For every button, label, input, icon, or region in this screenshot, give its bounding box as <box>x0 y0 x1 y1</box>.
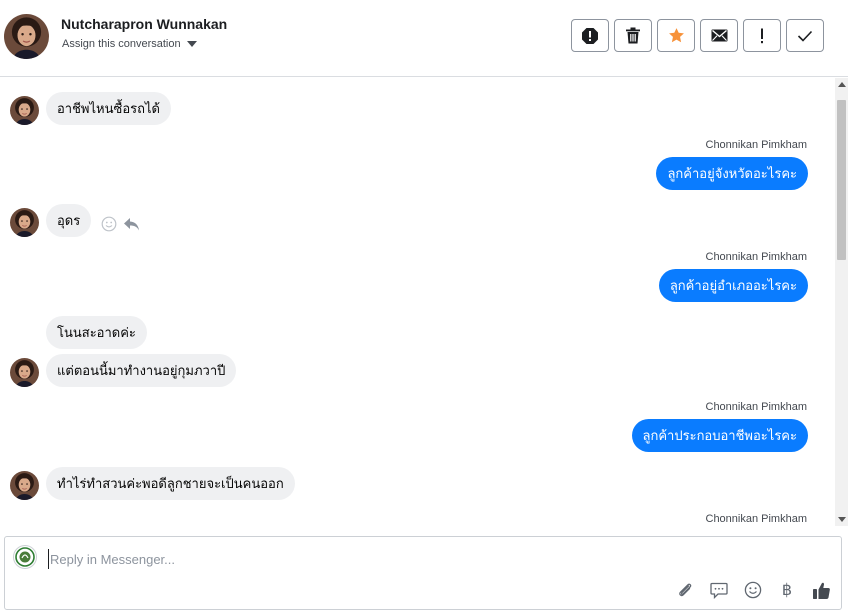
incoming-message[interactable]: โนนสะอาดค่ะ <box>46 316 147 349</box>
smiley-icon <box>744 581 762 599</box>
baht-icon: ฿ <box>781 580 793 599</box>
incoming-message[interactable]: อุดร <box>46 204 92 237</box>
paperclip-icon <box>679 583 692 597</box>
attach-file-button[interactable] <box>675 580 695 600</box>
checkmark-icon <box>797 30 813 42</box>
incoming-message[interactable]: แต่ตอนนี้มาทำงานอยู่กุมภวาปี <box>46 354 237 387</box>
mark-unread-button[interactable] <box>700 19 738 52</box>
page-avatar <box>13 545 37 569</box>
thumbs-up-icon <box>812 582 830 599</box>
reply-arrow-icon[interactable] <box>123 216 140 237</box>
contact-name[interactable]: Nutcharapron Wunnakan <box>61 16 227 32</box>
mark-done-button[interactable] <box>786 19 824 52</box>
chat-bubble-icon <box>710 582 728 599</box>
alert-circle-icon <box>582 27 598 44</box>
exclamation-icon <box>761 28 763 43</box>
incoming-message[interactable]: อาชีพไหนซื้อรถได้ <box>46 92 171 125</box>
contact-avatar-small <box>10 96 39 125</box>
assign-conversation-dropdown[interactable]: Assign this conversation <box>62 38 197 50</box>
scroll-thumb[interactable] <box>837 100 846 260</box>
caret-down-icon <box>186 41 197 47</box>
message-thread: อาชีพไหนซื้อรถได้ Chonnikan Pimkham ลูกค… <box>0 78 835 526</box>
scroll-down-arrow-icon[interactable] <box>838 517 846 522</box>
conversation-toolbar <box>571 19 824 52</box>
star-icon <box>668 28 684 43</box>
incoming-message[interactable]: ทำไร่ทำสวนค่ะพอดีลูกชายจะเป็นคนออก <box>46 467 295 500</box>
outgoing-message[interactable]: ลูกค้าประกอบอาชีพอะไรคะ <box>631 419 808 452</box>
envelope-icon <box>711 29 727 42</box>
message-actions <box>101 216 140 237</box>
outgoing-message[interactable]: ลูกค้าอยู่จังหวัดอะไรคะ <box>656 157 808 190</box>
contact-avatar-small <box>10 208 39 237</box>
reply-input[interactable] <box>48 549 748 569</box>
composer-toolbar: ฿ <box>675 580 831 600</box>
reply-composer: ฿ <box>4 536 842 610</box>
like-button[interactable] <box>811 580 831 600</box>
contact-avatar[interactable] <box>4 14 49 59</box>
follow-up-button[interactable] <box>743 19 781 52</box>
assign-label: Assign this conversation <box>62 38 181 50</box>
thread-scrollbar[interactable] <box>835 78 848 526</box>
saved-replies-button[interactable] <box>709 580 729 600</box>
contact-avatar-small <box>10 358 39 387</box>
outgoing-message[interactable]: ลูกค้าอยู่อำเภออะไรคะ <box>658 269 808 302</box>
scroll-up-arrow-icon[interactable] <box>838 82 846 87</box>
react-smiley-icon[interactable] <box>101 216 117 237</box>
sender-name: Chonnikan Pimkham <box>705 251 808 263</box>
delete-button[interactable] <box>614 19 652 52</box>
emoji-button[interactable] <box>743 580 763 600</box>
sender-name: Chonnikan Pimkham <box>705 401 808 413</box>
sender-name: Chonnikan Pimkham <box>705 139 808 151</box>
trash-icon <box>626 27 640 44</box>
contact-avatar-small <box>10 471 39 500</box>
conversation-header: Nutcharapron Wunnakan Assign this conver… <box>0 0 848 77</box>
mark-spam-button[interactable] <box>571 19 609 52</box>
sender-name: Chonnikan Pimkham <box>705 513 808 525</box>
payment-button[interactable]: ฿ <box>777 580 797 600</box>
star-button[interactable] <box>657 19 695 52</box>
